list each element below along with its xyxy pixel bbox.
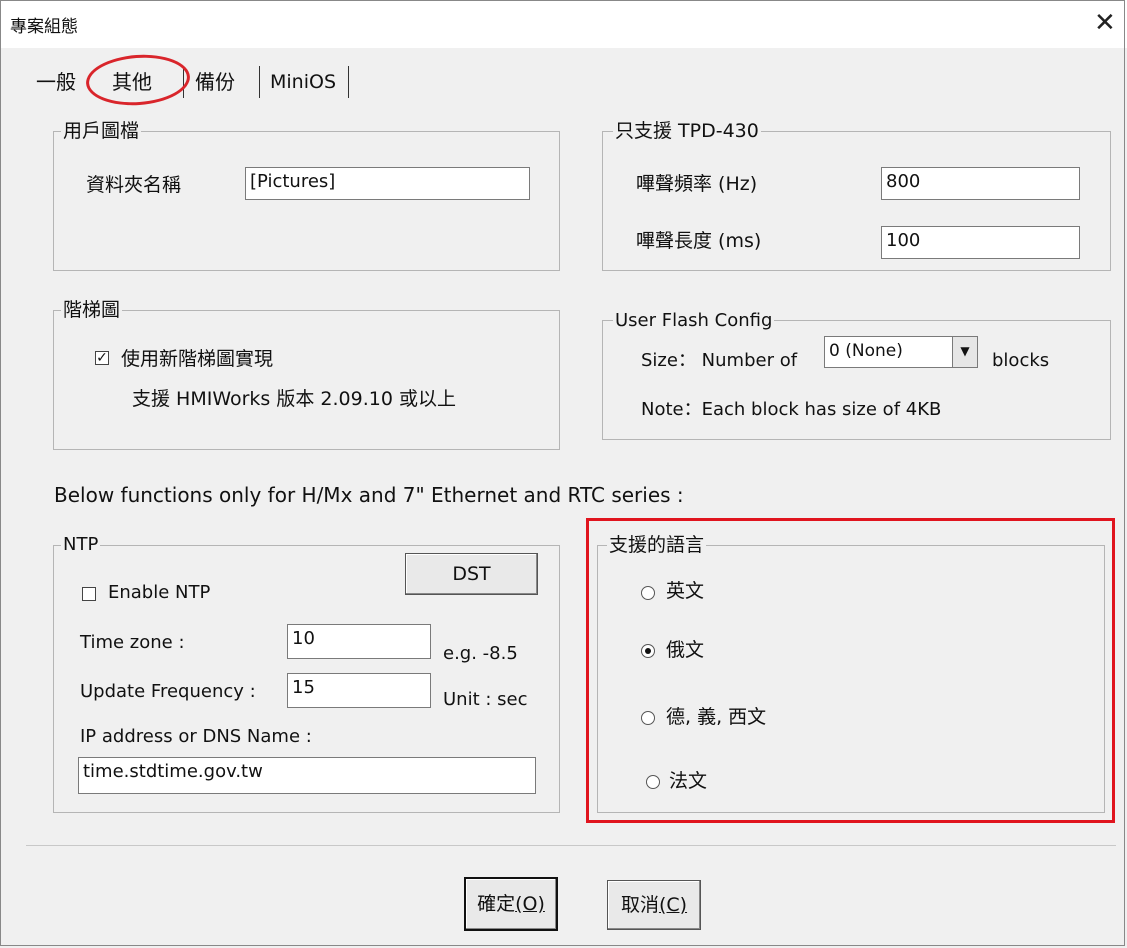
cancel-button-label: 取消	[620, 894, 659, 916]
ok-button-label: 確定	[477, 893, 516, 915]
beep-length-input[interactable]: 100	[881, 226, 1080, 259]
tab-general[interactable]: 一般	[32, 65, 80, 99]
enable-ntp-label: Enable NTP	[108, 582, 211, 603]
language-option-label: 德, 義, 西文	[666, 706, 767, 728]
ip-address-input[interactable]: time.stdtime.gov.tw	[78, 757, 536, 794]
ok-button[interactable]: 確定(O)	[464, 877, 558, 931]
ladder-group-label: 階梯圖	[61, 299, 123, 321]
language-radio-russian[interactable]	[641, 644, 655, 658]
time-zone-input[interactable]: 10	[287, 624, 431, 659]
time-zone-hint: e.g. -8.5	[443, 643, 518, 664]
series-note: Below functions only for H/Mx and 7" Eth…	[54, 483, 684, 507]
beep-frequency-label: 嗶聲頻率 (Hz)	[636, 173, 758, 195]
tab-separator	[259, 66, 260, 98]
window-title: 專案組態	[10, 17, 78, 37]
update-frequency-hint: Unit : sec	[443, 689, 528, 710]
folder-name-input[interactable]: [Pictures]	[245, 167, 530, 200]
ntp-group-label: NTP	[61, 534, 101, 556]
ok-button-mnemonic: (O)	[515, 893, 545, 915]
user-pictures-group	[53, 131, 560, 271]
ladder-group	[53, 310, 560, 450]
flash-block-size-note: Note：Each block has size of 4KB	[641, 399, 942, 420]
update-frequency-input[interactable]: 15	[287, 673, 431, 708]
tab-minios[interactable]: MiniOS	[266, 65, 340, 99]
language-radio-english[interactable]	[641, 586, 655, 600]
language-radio-french[interactable]	[646, 775, 660, 789]
tpd430-group-label: 只支援 TPD-430	[613, 120, 761, 142]
checkmark-icon: ✓	[96, 350, 108, 366]
chevron-down-icon[interactable]: ▼	[952, 337, 977, 367]
ladder-version-note: 支援 HMIWorks 版本 2.09.10 或以上	[132, 388, 456, 410]
footer-separator	[26, 845, 1116, 846]
flash-size-label: Size： Number of	[641, 350, 798, 371]
beep-length-label: 嗶聲長度 (ms)	[636, 230, 762, 252]
dst-button[interactable]: DST	[405, 553, 538, 595]
folder-name-label: 資料夾名稱	[86, 174, 182, 196]
close-icon[interactable]: ✕	[1094, 8, 1116, 38]
flash-blocks-label: blocks	[992, 350, 1050, 371]
tab-backup[interactable]: 備份	[191, 65, 239, 99]
new-ladder-checkbox[interactable]: ✓	[95, 351, 109, 365]
language-radio-german-italian-spanish[interactable]	[641, 711, 655, 725]
tab-separator	[348, 66, 349, 98]
cancel-button-mnemonic: (C)	[658, 894, 688, 916]
user-pictures-group-label: 用戶圖檔	[61, 120, 142, 142]
language-option-label: 英文	[666, 580, 705, 602]
flash-blocks-select-value: 0 (None)	[829, 341, 903, 361]
enable-ntp-checkbox[interactable]	[82, 587, 96, 601]
flash-blocks-select[interactable]: 0 (None) ▼	[824, 336, 978, 368]
languages-group-label: 支援的語言	[607, 534, 707, 556]
new-ladder-checkbox-label: 使用新階梯圖實現	[121, 348, 274, 370]
ip-address-label: IP address or DNS Name :	[80, 726, 312, 747]
time-zone-label: Time zone :	[80, 632, 185, 653]
cancel-button[interactable]: 取消(C)	[607, 880, 701, 930]
user-flash-group-label: User Flash Config	[613, 310, 775, 332]
title-bar	[0, 0, 1127, 48]
language-option-label: 俄文	[666, 639, 705, 661]
beep-frequency-input[interactable]: 800	[881, 167, 1080, 200]
language-option-label: 法文	[669, 770, 708, 792]
update-frequency-label: Update Frequency :	[80, 681, 256, 702]
